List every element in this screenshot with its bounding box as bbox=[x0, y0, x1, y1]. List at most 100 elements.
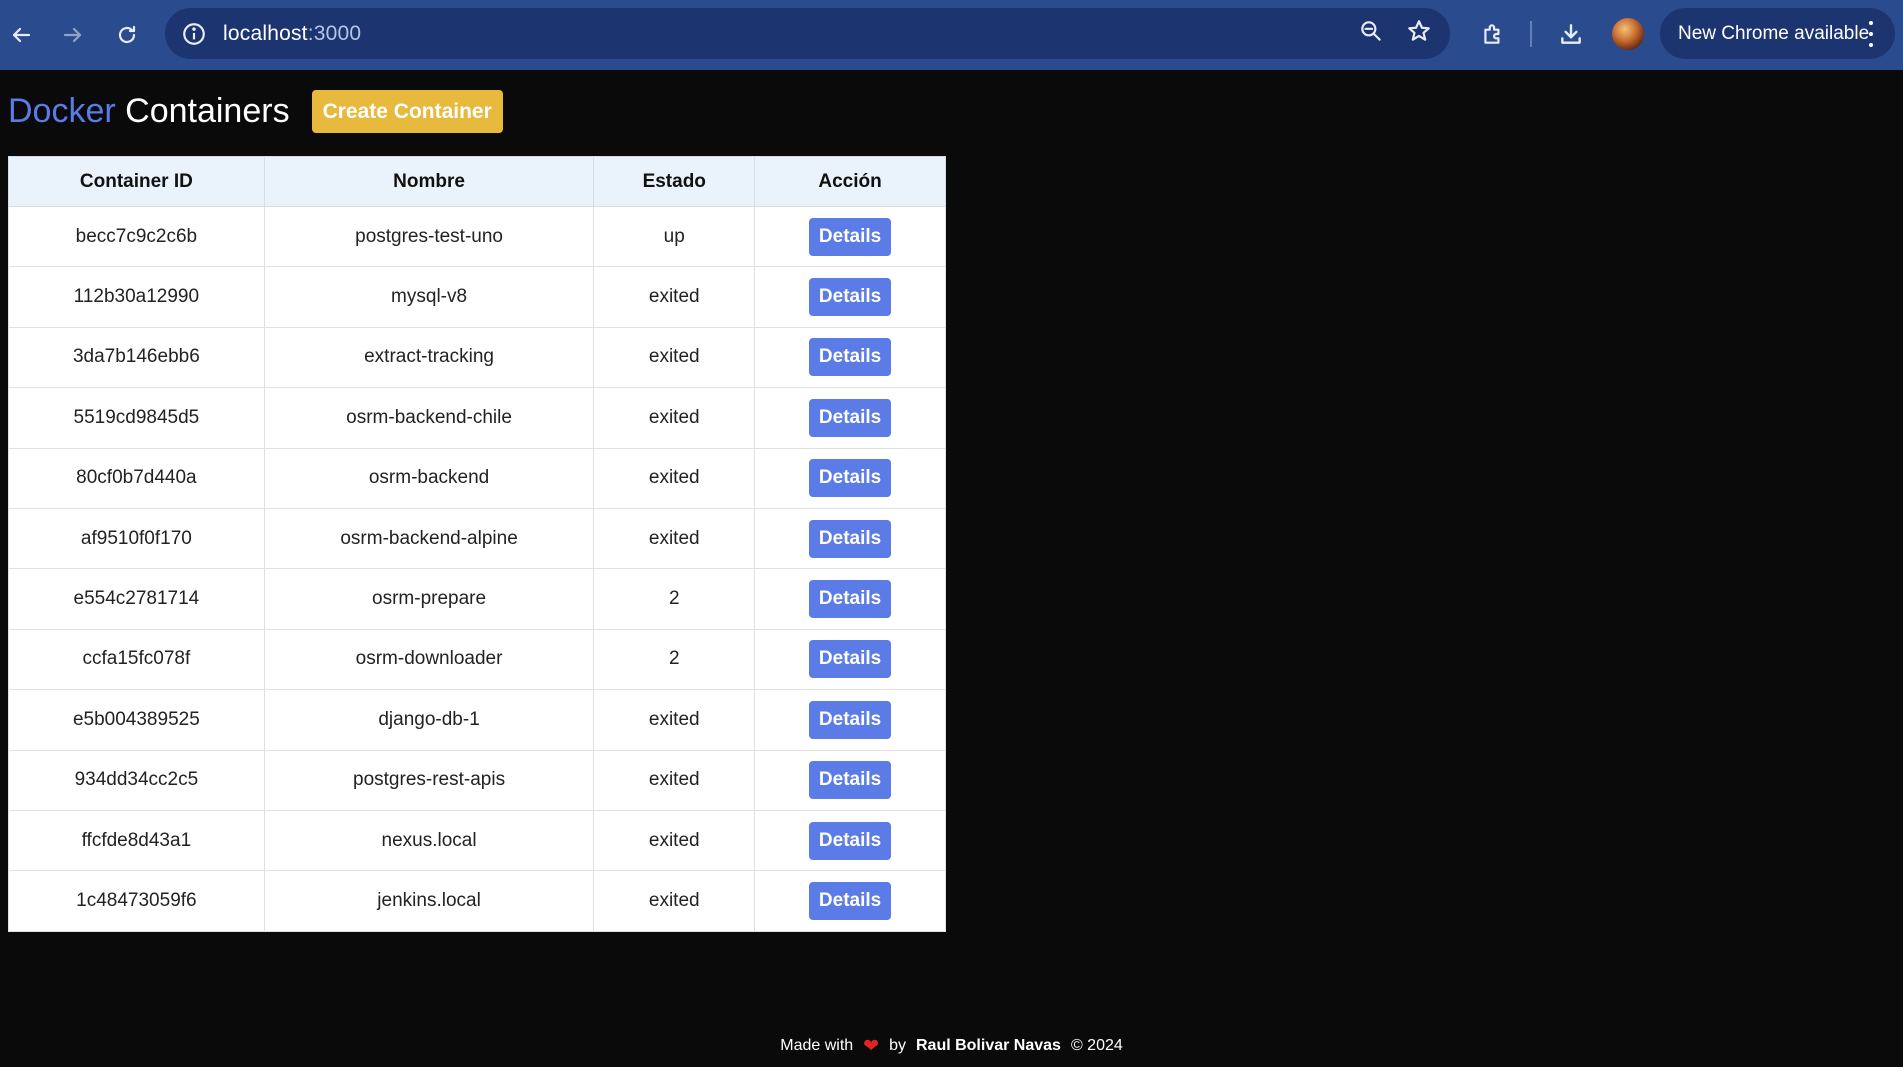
page-title: Docker Containers bbox=[8, 92, 290, 131]
cell-nombre: extract-tracking bbox=[263, 326, 595, 389]
update-label: New Chrome available bbox=[1678, 22, 1870, 44]
details-button[interactable]: Details bbox=[808, 761, 892, 800]
containers-table-wrapper: Container ID Nombre Estado Acción becc7c… bbox=[8, 156, 946, 932]
column-header-estado: Estado bbox=[593, 156, 756, 207]
table-row: 1c48473059f6 jenkins.local exited Details bbox=[8, 870, 946, 932]
cell-container-id: 3da7b146ebb6 bbox=[8, 326, 265, 389]
cell-accion: Details bbox=[754, 689, 946, 751]
table-row: 3da7b146ebb6 extract-tracking exited Detail… bbox=[8, 326, 946, 389]
cell-container-id: ffcfde8d43a1 bbox=[8, 809, 265, 872]
browser-toolbar: localhost:3000 New Chrome available bbox=[0, 0, 1903, 70]
info-icon bbox=[183, 22, 205, 45]
table-header-row: Container ID Nombre Estado Acción bbox=[8, 156, 946, 207]
profile-avatar[interactable] bbox=[1612, 17, 1644, 50]
cell-container-id: 5519cd9845d5 bbox=[8, 387, 265, 449]
url-port: :3000 bbox=[307, 21, 362, 45]
cell-accion: Details bbox=[754, 447, 946, 509]
details-button[interactable]: Details bbox=[808, 217, 892, 256]
star-icon bbox=[1408, 20, 1430, 41]
back-button[interactable] bbox=[0, 14, 42, 56]
cell-container-id: e554c2781714 bbox=[8, 568, 265, 630]
details-button[interactable]: Details bbox=[808, 640, 892, 679]
details-button[interactable]: Details bbox=[808, 700, 892, 739]
column-header-container-id: Container ID bbox=[8, 156, 265, 207]
bookmark-button[interactable] bbox=[1406, 18, 1432, 49]
column-header-accion: Acción bbox=[754, 156, 946, 207]
details-button[interactable]: Details bbox=[808, 338, 892, 377]
details-button[interactable]: Details bbox=[808, 278, 892, 317]
cell-estado: exited bbox=[593, 870, 756, 932]
details-button[interactable]: Details bbox=[808, 459, 892, 498]
site-info-button[interactable] bbox=[179, 19, 209, 49]
table-row: becc7c9c2c6b postgres-test-uno up Details bbox=[8, 205, 946, 268]
column-header-nombre: Nombre bbox=[263, 156, 595, 207]
zoom-button[interactable] bbox=[1358, 18, 1384, 49]
cell-estado: exited bbox=[593, 387, 756, 449]
cell-nombre: osrm-backend-alpine bbox=[263, 507, 595, 570]
table-row: af9510f0f170 osrm-backend-alpine exited Det… bbox=[8, 507, 946, 570]
containers-table: Container ID Nombre Estado Acción becc7c… bbox=[8, 156, 946, 932]
page-header: Docker Containers Create Container bbox=[8, 90, 503, 133]
cell-container-id: 934dd34cc2c5 bbox=[8, 749, 265, 811]
table-row: e5b004389525 django-db-1 exited Details bbox=[8, 689, 946, 751]
download-icon bbox=[1561, 23, 1581, 44]
cell-nombre: django-db-1 bbox=[263, 689, 595, 751]
details-button[interactable]: Details bbox=[808, 580, 892, 619]
cell-nombre: osrm-downloader bbox=[263, 628, 595, 691]
forward-button[interactable] bbox=[52, 14, 94, 56]
title-rest: Containers bbox=[115, 92, 290, 130]
cell-accion: Details bbox=[754, 749, 946, 811]
details-button[interactable]: Details bbox=[808, 881, 892, 920]
address-bar[interactable]: localhost:3000 bbox=[165, 8, 1450, 59]
arrow-left-icon bbox=[12, 27, 31, 43]
table-row: e554c2781714 osrm-prepare 2 Details bbox=[8, 568, 946, 630]
cell-nombre: osrm-backend-chile bbox=[263, 387, 595, 449]
table-row: 5519cd9845d5 osrm-backend-chile exited Deta… bbox=[8, 387, 946, 449]
cell-estado: 2 bbox=[593, 628, 756, 691]
cell-estado: exited bbox=[593, 266, 756, 328]
cell-accion: Details bbox=[754, 809, 946, 872]
cell-container-id: 112b30a12990 bbox=[8, 266, 265, 328]
cell-estado: exited bbox=[593, 447, 756, 509]
cell-accion: Details bbox=[754, 326, 946, 389]
cell-accion: Details bbox=[754, 870, 946, 932]
heart-icon: ❤ bbox=[863, 1035, 880, 1057]
cell-container-id: e5b004389525 bbox=[8, 689, 265, 751]
cell-estado: up bbox=[593, 205, 756, 268]
cell-nombre: osrm-backend bbox=[263, 447, 595, 509]
table-row: ffcfde8d43a1 nexus.local exited Details bbox=[8, 809, 946, 872]
reload-button[interactable] bbox=[106, 14, 148, 56]
details-button[interactable]: Details bbox=[808, 519, 892, 558]
chrome-update-button[interactable]: New Chrome available bbox=[1660, 8, 1895, 59]
cell-nombre: osrm-prepare bbox=[263, 568, 595, 630]
footer-copyright: © 2024 bbox=[1070, 1037, 1123, 1054]
cell-estado: exited bbox=[593, 809, 756, 872]
cell-container-id: 1c48473059f6 bbox=[8, 870, 265, 932]
cell-estado: exited bbox=[593, 749, 756, 811]
footer: Made with ❤ by Raul Bolivar Navas © 2024 bbox=[0, 1026, 1903, 1066]
page: Docker Containers Create Container Conta… bbox=[0, 70, 1903, 1067]
cell-estado: exited bbox=[593, 326, 756, 389]
zoom-icon bbox=[1361, 21, 1381, 41]
url-host: localhost bbox=[223, 21, 308, 45]
footer-made-with: Made with bbox=[780, 1037, 854, 1054]
cell-accion: Details bbox=[754, 205, 946, 268]
create-container-button[interactable]: Create Container bbox=[311, 90, 503, 133]
table-row: 112b30a12990 mysql-v8 exited Details bbox=[8, 266, 946, 328]
cell-accion: Details bbox=[754, 568, 946, 630]
footer-author: Raul Bolivar Navas bbox=[915, 1037, 1061, 1054]
details-button[interactable]: Details bbox=[808, 398, 892, 437]
footer-by: by bbox=[889, 1037, 906, 1054]
url-text[interactable]: localhost:3000 bbox=[223, 22, 361, 46]
downloads-button[interactable] bbox=[1550, 13, 1592, 55]
cell-container-id: becc7c9c2c6b bbox=[8, 205, 265, 268]
extensions-button[interactable] bbox=[1472, 13, 1514, 55]
cell-accion: Details bbox=[754, 507, 946, 570]
cell-estado: 2 bbox=[593, 568, 756, 630]
kebab-menu-icon[interactable] bbox=[1859, 21, 1883, 47]
details-button[interactable]: Details bbox=[808, 821, 892, 860]
cell-nombre: postgres-test-uno bbox=[263, 205, 595, 268]
cell-accion: Details bbox=[754, 387, 946, 449]
table-row: ccfa15fc078f osrm-downloader 2 Details bbox=[8, 628, 946, 691]
cell-nombre: mysql-v8 bbox=[263, 266, 595, 328]
